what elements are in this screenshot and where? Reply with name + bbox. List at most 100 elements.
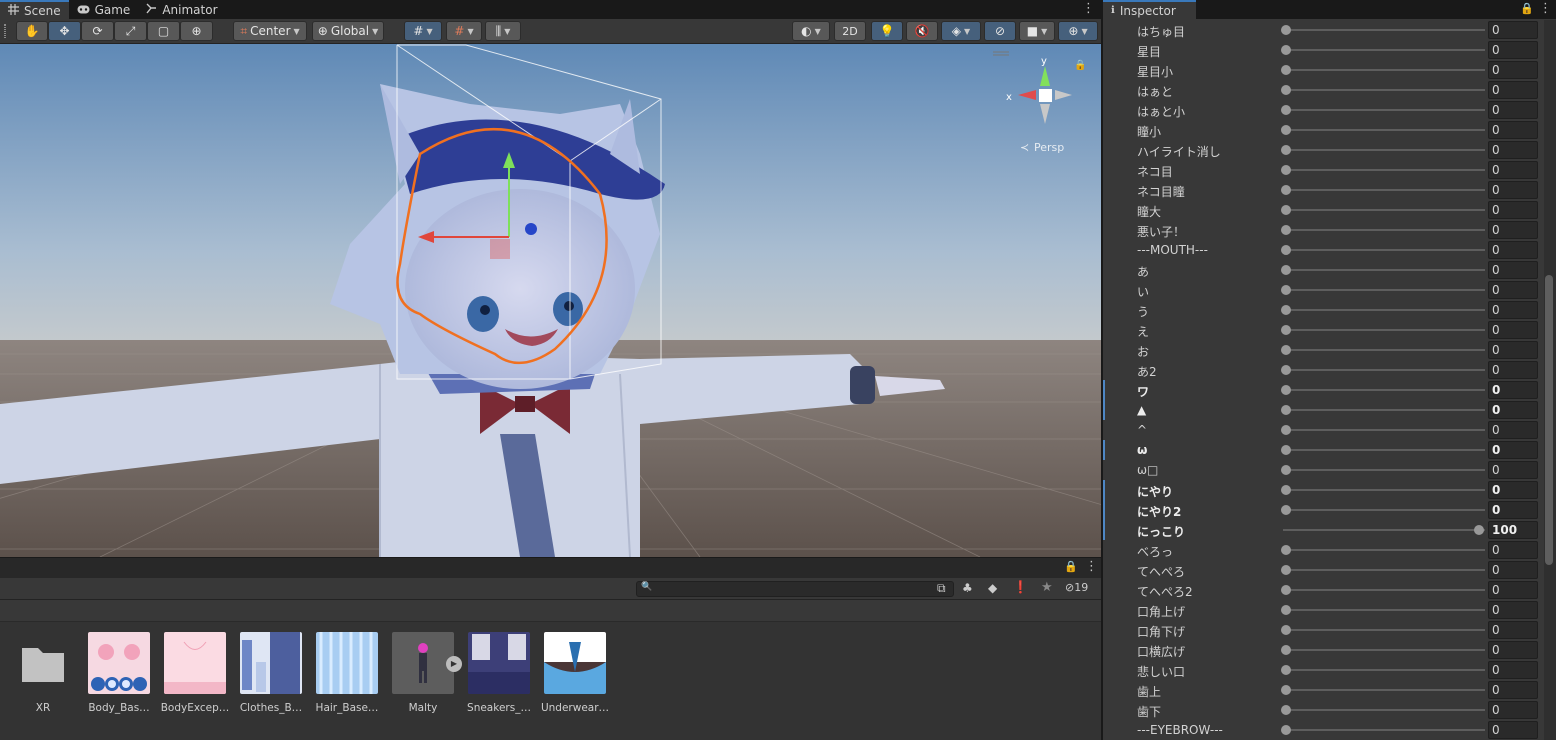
grid-visibility-button[interactable]: # ▼ bbox=[446, 21, 482, 41]
hidden-packages-toggle[interactable]: ⊘19 bbox=[1065, 581, 1088, 594]
blendshape-value-field[interactable]: 0 bbox=[1488, 161, 1538, 179]
toolbar-grip[interactable] bbox=[4, 24, 6, 38]
blendshape-slider[interactable] bbox=[1283, 29, 1485, 31]
persp-label[interactable]: Persp bbox=[1034, 141, 1064, 154]
effects-dropdown[interactable]: ◈ ▼ bbox=[941, 21, 981, 41]
slider-thumb[interactable] bbox=[1281, 45, 1291, 55]
blendshape-slider[interactable] bbox=[1283, 529, 1485, 531]
blendshape-slider[interactable] bbox=[1283, 389, 1485, 391]
tab-inspector[interactable]: ℹ Inspector bbox=[1103, 0, 1196, 19]
asset-item-clothes-base[interactable]: Clothes_B… bbox=[236, 632, 306, 714]
slider-thumb[interactable] bbox=[1281, 305, 1291, 315]
expand-prefab-icon[interactable]: ▶ bbox=[446, 656, 462, 672]
slider-thumb[interactable] bbox=[1281, 405, 1291, 415]
slider-thumb[interactable] bbox=[1281, 65, 1291, 75]
search-input[interactable]: 🔍 bbox=[636, 581, 954, 597]
lock-icon[interactable]: 🔒 bbox=[1074, 59, 1086, 71]
hand-tool-button[interactable]: ✋ bbox=[16, 21, 48, 41]
blendshape-value-field[interactable]: 0 bbox=[1488, 261, 1538, 279]
blendshape-slider[interactable] bbox=[1283, 549, 1485, 551]
slider-thumb[interactable] bbox=[1281, 325, 1291, 335]
transform-tool-button[interactable]: ⊕ bbox=[180, 21, 213, 41]
blendshape-value-field[interactable]: 0 bbox=[1488, 721, 1538, 739]
tab-scene[interactable]: Scene bbox=[0, 0, 69, 19]
blendshape-value-field[interactable]: 0 bbox=[1488, 181, 1538, 199]
blendshape-slider[interactable] bbox=[1283, 709, 1485, 711]
blendshape-slider[interactable] bbox=[1283, 409, 1485, 411]
label-tag-icon[interactable]: ◆ bbox=[988, 581, 997, 595]
asset-item-body-base[interactable]: Body_Bas… bbox=[84, 632, 154, 714]
filter-type-icon[interactable]: ♣ bbox=[962, 581, 973, 595]
favorite-star-icon[interactable]: ★ bbox=[1041, 580, 1053, 595]
blendshape-value-field[interactable]: 0 bbox=[1488, 681, 1538, 699]
slider-thumb[interactable] bbox=[1281, 285, 1291, 295]
blendshape-value-field[interactable]: 0 bbox=[1488, 221, 1538, 239]
inspector-menu-icon[interactable]: ⋮ bbox=[1539, 1, 1552, 16]
slider-thumb[interactable] bbox=[1474, 525, 1484, 535]
blendshape-value-field[interactable]: 0 bbox=[1488, 641, 1538, 659]
project-lock-icon[interactable]: 🔒 bbox=[1064, 560, 1078, 573]
draw-mode-dropdown[interactable]: ◐ ▼ bbox=[792, 21, 830, 41]
search-by-type-icon[interactable]: ⧉ bbox=[937, 581, 946, 596]
slider-thumb[interactable] bbox=[1281, 205, 1291, 215]
slider-thumb[interactable] bbox=[1281, 685, 1291, 695]
asset-item-hair-base[interactable]: Hair_Base… bbox=[312, 632, 382, 714]
grid-snapping-button[interactable]: # ▼ bbox=[404, 21, 442, 41]
tab-animator[interactable]: Animator bbox=[138, 0, 225, 19]
slider-thumb[interactable] bbox=[1281, 125, 1291, 135]
asset-item-xr[interactable]: XR bbox=[8, 632, 78, 714]
slider-thumb[interactable] bbox=[1281, 185, 1291, 195]
blendshape-value-field[interactable]: 0 bbox=[1488, 321, 1538, 339]
blendshape-value-field[interactable]: 0 bbox=[1488, 501, 1538, 519]
blendshape-slider[interactable] bbox=[1283, 489, 1485, 491]
inspector-lock-icon[interactable]: 🔒 bbox=[1520, 2, 1534, 15]
rect-tool-button[interactable]: ▢ bbox=[147, 21, 180, 41]
asset-item-body-exception[interactable]: BodyExcep… bbox=[160, 632, 230, 714]
slider-thumb[interactable] bbox=[1281, 165, 1291, 175]
slider-thumb[interactable] bbox=[1281, 225, 1291, 235]
blendshape-value-field[interactable]: 0 bbox=[1488, 41, 1538, 59]
blendshape-value-field[interactable]: 0 bbox=[1488, 541, 1538, 559]
blendshape-slider[interactable] bbox=[1283, 329, 1485, 331]
scale-tool-button[interactable]: ⤢ bbox=[114, 21, 147, 41]
slider-thumb[interactable] bbox=[1281, 245, 1291, 255]
slider-thumb[interactable] bbox=[1281, 585, 1291, 595]
blendshape-slider[interactable] bbox=[1283, 609, 1485, 611]
blendshape-slider[interactable] bbox=[1283, 209, 1485, 211]
slider-thumb[interactable] bbox=[1281, 545, 1291, 555]
blendshape-slider[interactable] bbox=[1283, 249, 1485, 251]
slider-thumb[interactable] bbox=[1281, 705, 1291, 715]
scene-viewport[interactable]: x y 🔒 Persp ≺ bbox=[0, 44, 1101, 557]
blendshape-value-field[interactable]: 0 bbox=[1488, 121, 1538, 139]
blendshape-slider[interactable] bbox=[1283, 169, 1485, 171]
blendshape-value-field[interactable]: 0 bbox=[1488, 341, 1538, 359]
increment-snap-button[interactable]: ⫼ ▼ bbox=[485, 21, 521, 41]
gizmos-dropdown[interactable]: ⊕ ▼ bbox=[1058, 21, 1098, 41]
blendshape-value-field[interactable]: 0 bbox=[1488, 661, 1538, 679]
slider-thumb[interactable] bbox=[1281, 625, 1291, 635]
blendshape-slider[interactable] bbox=[1283, 229, 1485, 231]
slider-thumb[interactable] bbox=[1281, 25, 1291, 35]
blendshape-slider[interactable] bbox=[1283, 49, 1485, 51]
blendshape-slider[interactable] bbox=[1283, 289, 1485, 291]
audio-toggle-button[interactable]: 🔇 bbox=[906, 21, 938, 41]
blendshape-slider[interactable] bbox=[1283, 569, 1485, 571]
blendshape-slider[interactable] bbox=[1283, 729, 1485, 731]
rotate-tool-button[interactable]: ⟳ bbox=[81, 21, 114, 41]
blendshape-slider[interactable] bbox=[1283, 429, 1485, 431]
blendshape-value-field[interactable]: 0 bbox=[1488, 61, 1538, 79]
blendshape-value-field[interactable]: 0 bbox=[1488, 701, 1538, 719]
asset-item-sneakers[interactable]: Sneakers_… bbox=[464, 632, 534, 714]
blendshape-value-field[interactable]: 0 bbox=[1488, 401, 1538, 419]
camera-dropdown[interactable]: ■ ▼ bbox=[1019, 21, 1055, 41]
slider-thumb[interactable] bbox=[1281, 645, 1291, 655]
slider-thumb[interactable] bbox=[1281, 425, 1291, 435]
blendshape-slider[interactable] bbox=[1283, 189, 1485, 191]
slider-thumb[interactable] bbox=[1281, 385, 1291, 395]
blendshape-value-field[interactable]: 0 bbox=[1488, 141, 1538, 159]
slider-thumb[interactable] bbox=[1281, 85, 1291, 95]
warning-filter-icon[interactable]: ❗ bbox=[1013, 580, 1028, 594]
blendshape-value-field[interactable]: 0 bbox=[1488, 281, 1538, 299]
blendshape-value-field[interactable]: 0 bbox=[1488, 81, 1538, 99]
blendshape-slider[interactable] bbox=[1283, 129, 1485, 131]
